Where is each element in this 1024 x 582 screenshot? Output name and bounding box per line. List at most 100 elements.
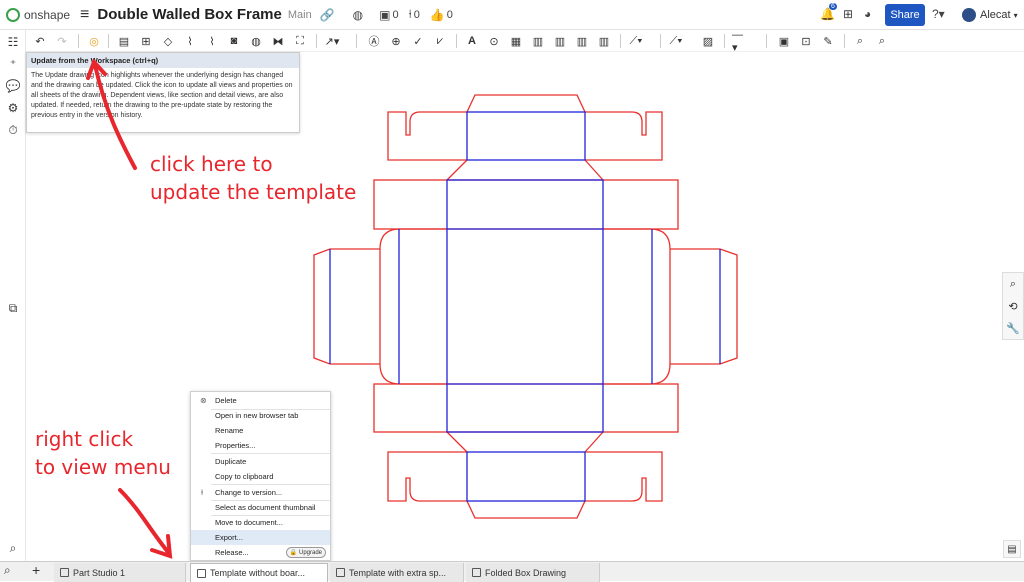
drawing-icon bbox=[197, 568, 206, 578]
app-grid-icon[interactable]: ⊞ bbox=[843, 7, 853, 21]
tab-part-studio-1[interactable]: Part Studio 1 bbox=[54, 563, 186, 582]
callout-icon[interactable]: ⊙ bbox=[486, 33, 502, 49]
tab-template-with-extra-sp[interactable]: Template with extra sp... bbox=[330, 563, 464, 582]
broken-view-icon[interactable]: ◍ bbox=[248, 33, 264, 49]
bend-table-icon[interactable]: ▥ bbox=[574, 33, 590, 49]
left-flap bbox=[313, 248, 380, 365]
weld-icon[interactable]: ⩗ bbox=[432, 33, 448, 49]
upper-band bbox=[373, 179, 679, 230]
menu-icon[interactable]: ≡ bbox=[80, 6, 89, 24]
copies-icon[interactable]: ▣ bbox=[379, 8, 390, 22]
menu-item-properties[interactable]: Properties... bbox=[191, 438, 330, 453]
menu-item-change-version[interactable]: ⍿ Change to version... bbox=[191, 485, 330, 500]
branch-label[interactable]: Main bbox=[288, 9, 312, 21]
copies-count: 0 bbox=[392, 8, 399, 21]
redo-icon[interactable]: ↷ bbox=[54, 33, 70, 49]
insert-image-icon[interactable]: ⊡ bbox=[798, 33, 814, 49]
right-side bbox=[603, 228, 671, 385]
update-arrow bbox=[86, 58, 137, 170]
insert-dxf-icon[interactable]: ▣ bbox=[776, 33, 792, 49]
rotate-tool-icon[interactable]: ⟲ bbox=[1003, 295, 1023, 317]
user-menu[interactable]: Alecat ▾ bbox=[962, 8, 1018, 22]
cut-lines bbox=[313, 94, 738, 519]
menu-item-export[interactable]: Export... bbox=[191, 530, 330, 545]
hole-table-icon[interactable]: ▥ bbox=[552, 33, 568, 49]
draw-icon[interactable]: ✎ bbox=[820, 33, 836, 49]
avatar bbox=[962, 8, 976, 22]
insert-icon[interactable]: ⁺ bbox=[5, 56, 21, 72]
sheets-icon[interactable]: ⧉ bbox=[5, 300, 21, 316]
menu-item-move-document[interactable]: Move to document... bbox=[191, 515, 330, 530]
upgrade-badge[interactable]: 🔒 Upgrade bbox=[285, 547, 326, 558]
drawing-icon bbox=[472, 568, 481, 577]
menu-item-duplicate[interactable]: Duplicate bbox=[191, 454, 330, 469]
versions-count: 0 bbox=[413, 8, 420, 21]
document-title[interactable]: Double Walled Box Frame bbox=[97, 6, 281, 23]
lower-band bbox=[373, 383, 679, 433]
sketch-dropdown-icon[interactable]: ↗▾ bbox=[324, 33, 340, 49]
update-annotation-line2: update the template bbox=[150, 180, 357, 204]
check-icon[interactable]: ✓ bbox=[410, 33, 426, 49]
top-tuck-flap bbox=[466, 94, 586, 113]
view-cube-icon[interactable]: ▤ bbox=[1003, 540, 1021, 558]
update-annotation-line1: click here to bbox=[150, 152, 273, 176]
learning-icon[interactable]: ◕ bbox=[864, 7, 871, 21]
add-tab-icon[interactable]: + bbox=[32, 562, 40, 578]
tab-list-icon[interactable]: ⌕ bbox=[4, 563, 11, 578]
part-studio-icon bbox=[60, 568, 69, 577]
menu-item-rename[interactable]: Rename bbox=[191, 423, 330, 438]
line-dropdown-icon[interactable]: ⟋▾ bbox=[668, 33, 684, 49]
fold-lines bbox=[329, 111, 721, 502]
tab-bar: ⌕ + Part Studio 1 Template without boar.… bbox=[0, 561, 1024, 582]
measure-icon[interactable]: ⌕ bbox=[874, 33, 890, 49]
chevron-down-icon: ▾ bbox=[1013, 10, 1018, 20]
line-style-dropdown-icon[interactable]: —▾ bbox=[732, 29, 748, 54]
undo-icon[interactable]: ↶ bbox=[32, 33, 48, 49]
link-icon[interactable]: 🔗 bbox=[320, 8, 335, 22]
feature-list-icon[interactable]: ☷ bbox=[5, 34, 21, 50]
help-icon[interactable]: ?▾ bbox=[932, 7, 945, 21]
inspect-tool-icon[interactable]: ⌕ bbox=[1003, 273, 1023, 295]
annotation-icon[interactable]: Ⓐ bbox=[366, 33, 382, 49]
break-view-icon[interactable]: ⧓ bbox=[270, 33, 286, 49]
likes-count: 0 bbox=[446, 8, 453, 21]
wrench-icon[interactable]: 🔧 bbox=[1003, 317, 1023, 339]
drawing-icon bbox=[336, 568, 345, 577]
hatch-icon[interactable]: ▨ bbox=[700, 33, 716, 49]
share-button[interactable]: Share bbox=[885, 4, 925, 26]
menu-item-delete[interactable]: ⊗ Delete bbox=[191, 393, 330, 408]
logo-text: onshape bbox=[24, 7, 71, 22]
onshape-logo[interactable]: onshape bbox=[6, 7, 71, 22]
tab-folded-box-drawing[interactable]: Folded Box Drawing bbox=[466, 563, 600, 582]
right-flap bbox=[670, 248, 738, 365]
weld-table-icon[interactable]: ▥ bbox=[596, 33, 612, 49]
table-icon[interactable]: ▦ bbox=[508, 33, 524, 49]
left-side bbox=[379, 228, 447, 385]
globe-icon[interactable]: ◍ bbox=[353, 8, 363, 22]
inspect-icon[interactable]: ⌕ bbox=[852, 33, 868, 49]
menu-annotation-line1: right click bbox=[35, 427, 134, 451]
left-sidebar: ☷ ⁺ 💬 ⚙ ⏱ ⧉ ⌕ bbox=[0, 30, 26, 561]
comments-icon[interactable]: 💬 bbox=[5, 78, 21, 94]
zoom-fit-icon[interactable]: ⌕ bbox=[5, 540, 21, 556]
menu-item-release[interactable]: Release... 🔒 Upgrade bbox=[191, 545, 330, 560]
versions-icon[interactable]: ⍿ bbox=[409, 7, 412, 22]
history-icon[interactable]: ⏱ bbox=[5, 122, 21, 138]
menu-item-open-new-tab[interactable]: Open in new browser tab bbox=[191, 408, 330, 423]
menu-annotation-line2: to view menu bbox=[35, 455, 171, 479]
parts-icon[interactable]: ⚙ bbox=[5, 100, 21, 116]
likes-icon[interactable]: 👍 bbox=[430, 8, 445, 22]
menu-arrow bbox=[118, 488, 173, 559]
onshape-logo-icon bbox=[6, 7, 20, 22]
tab-template-without-boar[interactable]: Template without boar... bbox=[190, 563, 328, 582]
menu-item-copy-clipboard[interactable]: Copy to clipboard bbox=[191, 469, 330, 484]
box-template-drawing bbox=[313, 94, 738, 519]
crop-view-icon[interactable]: ⛶ bbox=[292, 33, 308, 49]
text-icon[interactable]: A bbox=[464, 33, 480, 49]
dimension-dropdown-icon[interactable]: ⟋▾ bbox=[628, 33, 644, 49]
top-bar: onshape ≡ Double Walled Box Frame Main 🔗… bbox=[0, 0, 1024, 30]
tab-context-menu: ⊗ Delete Open in new browser tab Rename … bbox=[190, 391, 331, 561]
menu-item-select-thumbnail[interactable]: Select as document thumbnail bbox=[191, 500, 330, 515]
bom-table-icon[interactable]: ▥ bbox=[530, 33, 546, 49]
datum-icon[interactable]: ⊕ bbox=[388, 33, 404, 49]
